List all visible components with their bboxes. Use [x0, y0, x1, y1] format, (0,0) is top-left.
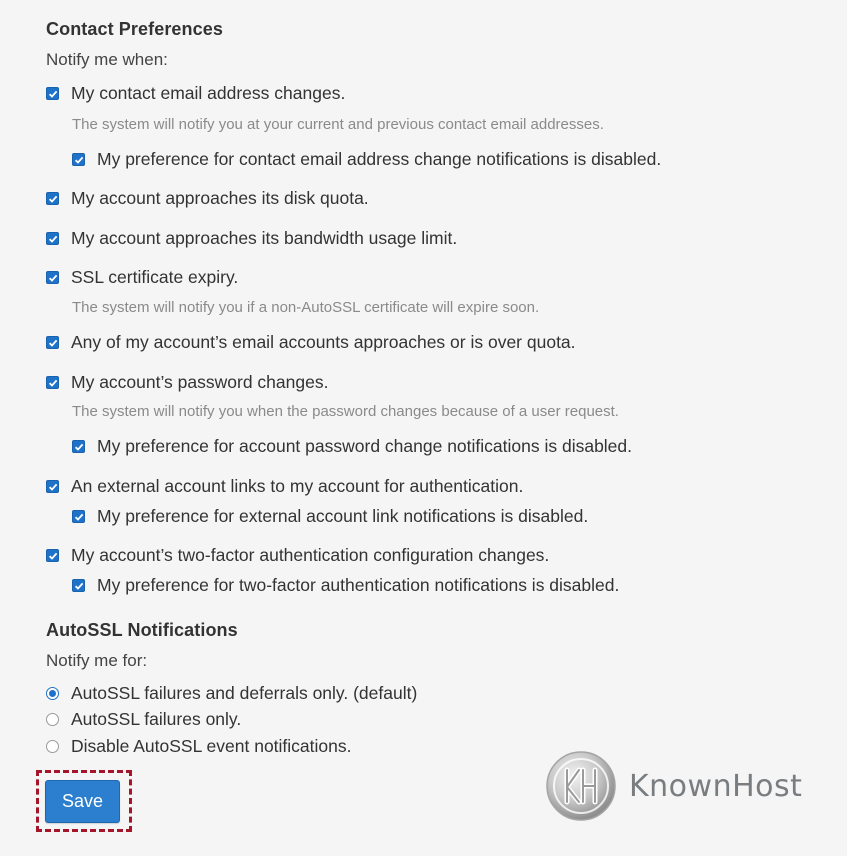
radio-autossl-failures-only[interactable]: AutoSSL failures only.	[46, 709, 241, 730]
radio-unselected-icon[interactable]	[46, 740, 59, 753]
autossl-notifications-heading: AutoSSL Notifications	[46, 620, 238, 640]
checkbox-label: My account’s password changes.	[71, 372, 329, 392]
knownhost-logo-mark-icon	[546, 751, 616, 821]
contact-preferences-heading: Contact Preferences	[46, 19, 223, 39]
checkbox-bandwidth-limit[interactable]: My account approaches its bandwidth usag…	[46, 228, 457, 249]
checkbox-checked-icon[interactable]	[46, 87, 59, 100]
checkbox-external-link-pref-disabled[interactable]: My preference for external account link …	[72, 506, 588, 527]
checkbox-label: My account approaches its bandwidth usag…	[71, 228, 458, 248]
checkbox-checked-icon[interactable]	[46, 336, 59, 349]
checkbox-label: My account’s two-factor authentication c…	[71, 545, 550, 565]
checkbox-checked-icon[interactable]	[46, 232, 59, 245]
notify-me-for-label: Notify me for:	[46, 651, 148, 670]
checkbox-label: My contact email address changes.	[71, 83, 346, 103]
checkbox-checked-icon[interactable]	[46, 271, 59, 284]
checkbox-label: Any of my account’s email accounts appro…	[71, 332, 576, 352]
checkbox-checked-icon[interactable]	[46, 480, 59, 493]
radio-label: AutoSSL failures and deferrals only. (de…	[71, 683, 418, 703]
help-text: The system will notify you at your curre…	[72, 116, 604, 133]
checkbox-label: My preference for external account link …	[97, 506, 589, 526]
contact-preferences-page: Contact Preferences Notify me when: My c…	[0, 0, 847, 856]
checkbox-email-accounts-quota[interactable]: Any of my account’s email accounts appro…	[46, 332, 576, 353]
checkbox-checked-icon[interactable]	[72, 153, 85, 166]
checkbox-password-pref-disabled[interactable]: My preference for account password chang…	[72, 436, 632, 457]
radio-label: Disable AutoSSL event notifications.	[71, 736, 352, 756]
checkbox-label: My preference for two-factor authenticat…	[97, 575, 620, 595]
checkbox-label: An external account links to my account …	[71, 476, 524, 496]
checkbox-checked-icon[interactable]	[46, 549, 59, 562]
checkbox-checked-icon[interactable]	[72, 579, 85, 592]
knownhost-logo: KnownHost	[545, 750, 802, 822]
checkbox-contact-email-pref-disabled[interactable]: My preference for contact email address …	[72, 149, 661, 170]
checkbox-checked-icon[interactable]	[72, 440, 85, 453]
radio-label: AutoSSL failures only.	[71, 709, 242, 729]
checkbox-label: My preference for contact email address …	[97, 149, 662, 169]
notify-me-when-label: Notify me when:	[46, 50, 168, 69]
radio-selected-icon[interactable]	[46, 687, 59, 700]
checkbox-contact-email-changes[interactable]: My contact email address changes.	[46, 83, 345, 104]
checkbox-label: My preference for account password chang…	[97, 436, 633, 456]
radio-disable-autossl-notifications[interactable]: Disable AutoSSL event notifications.	[46, 736, 352, 757]
checkbox-ssl-expiry[interactable]: SSL certificate expiry.	[46, 267, 238, 288]
radio-autossl-failures-and-deferrals[interactable]: AutoSSL failures and deferrals only. (de…	[46, 683, 417, 704]
checkbox-external-account-links[interactable]: An external account links to my account …	[46, 476, 523, 497]
checkbox-disk-quota[interactable]: My account approaches its disk quota.	[46, 188, 369, 209]
radio-unselected-icon[interactable]	[46, 713, 59, 726]
checkbox-checked-icon[interactable]	[72, 510, 85, 523]
checkbox-label: SSL certificate expiry.	[71, 267, 239, 287]
checkbox-two-factor-changes[interactable]: My account’s two-factor authentication c…	[46, 545, 549, 566]
checkbox-label: My account approaches its disk quota.	[71, 188, 369, 208]
save-button[interactable]: Save	[45, 780, 120, 823]
checkbox-two-factor-pref-disabled[interactable]: My preference for two-factor authenticat…	[72, 575, 619, 596]
checkbox-password-changes[interactable]: My account’s password changes.	[46, 372, 328, 393]
checkbox-checked-icon[interactable]	[46, 376, 59, 389]
help-text: The system will notify you when the pass…	[72, 403, 619, 420]
help-text: The system will notify you if a non-Auto…	[72, 299, 540, 316]
knownhost-logo-text: KnownHost	[629, 768, 803, 804]
checkbox-checked-icon[interactable]	[46, 192, 59, 205]
